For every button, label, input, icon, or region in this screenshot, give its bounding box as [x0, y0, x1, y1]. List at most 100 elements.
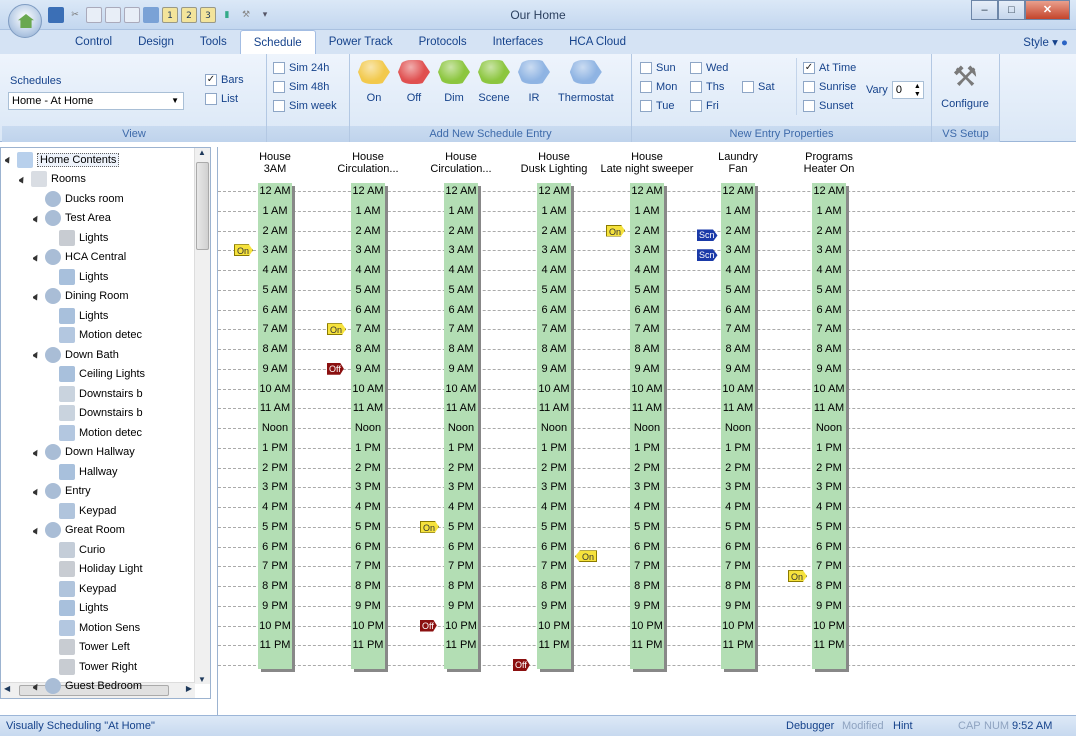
tab-protocols[interactable]: Protocols [406, 30, 480, 54]
tree-node[interactable]: ▲ Great Room [33, 521, 195, 540]
off-event-marker[interactable]: Off [513, 659, 530, 671]
expander-icon[interactable]: ▲ [33, 680, 43, 692]
tree-node[interactable]: ▲ Test Area [33, 209, 195, 228]
tab-power-track[interactable]: Power Track [316, 30, 406, 54]
tree-node[interactable]: Curio [47, 540, 195, 559]
hour-label: 2 PM [351, 460, 385, 475]
tree-vertical-scrollbar[interactable]: ▲ ▼ [194, 148, 210, 684]
ths-label: Ths [706, 80, 725, 93]
tab-control[interactable]: Control [62, 30, 125, 54]
debugger-indicator[interactable]: Debugger [786, 716, 834, 736]
sunset-checkbox[interactable]: Sunset [803, 96, 856, 115]
tree-node[interactable]: ▲ Down Hallway [33, 443, 195, 462]
configure-button[interactable]: ⚒ Configure [936, 60, 994, 110]
schedule-column-header: House 3AM [225, 151, 325, 175]
tree-node[interactable]: Ducks room [33, 189, 195, 208]
on-event-marker[interactable]: On [327, 323, 347, 336]
on-event-marker[interactable]: On [420, 520, 440, 533]
sunrise-checkbox[interactable]: Sunrise [803, 77, 856, 96]
vary-spinner[interactable]: 0 ▲ ▼ [891, 81, 924, 99]
mon-checkbox[interactable]: Mon [640, 77, 690, 96]
tree-node[interactable]: ▲ Rooms [19, 170, 195, 189]
tree-node[interactable]: Tower Right [47, 657, 195, 676]
ths-checkbox[interactable]: Ths [690, 77, 742, 96]
close-button[interactable]: ✕ [1025, 0, 1070, 20]
expander-icon[interactable]: ▲ [33, 251, 43, 263]
tab-schedule[interactable]: Schedule [239, 30, 316, 55]
scroll-up-icon[interactable]: ▲ [198, 148, 206, 157]
expander-icon[interactable]: ▲ [33, 290, 43, 302]
scrollbar-thumb[interactable] [196, 162, 209, 250]
scroll-down-icon[interactable]: ▼ [198, 675, 206, 684]
tree-node[interactable]: Lights [47, 306, 195, 325]
bars-checkbox[interactable]: ✓ Bars [205, 70, 244, 89]
tree-node[interactable]: ▲ Entry [33, 482, 195, 501]
dim-entry-button[interactable]: Dim [438, 60, 470, 104]
sim-week-checkbox[interactable]: Sim week [273, 96, 337, 115]
tree-node[interactable]: Ceiling Lights [47, 365, 195, 384]
hour-label: 10 AM [630, 381, 664, 396]
expander-icon[interactable]: ▲ [33, 212, 43, 224]
on-entry-button[interactable]: On [358, 60, 390, 104]
ir-entry-button[interactable]: IR [518, 60, 550, 104]
tree-node[interactable]: ▲ Home Contents [5, 150, 195, 169]
on-event-marker[interactable]: On [234, 244, 254, 257]
on-event-marker[interactable]: On [788, 570, 808, 583]
hour-label: 5 AM [351, 282, 385, 297]
tree-node[interactable]: Lights [47, 228, 195, 247]
sat-checkbox[interactable]: Sat [742, 77, 790, 96]
expander-icon[interactable]: ▲ [33, 524, 43, 536]
expander-icon[interactable]: ▲ [33, 349, 43, 361]
application-menu-button[interactable] [8, 4, 42, 38]
tree-node[interactable]: Motion detec [47, 326, 195, 345]
thermostat-entry-button[interactable]: Thermostat [558, 60, 614, 104]
help-icon[interactable]: ● [1061, 37, 1068, 49]
tree-node[interactable]: Holiday Light [47, 560, 195, 579]
expander-icon[interactable]: ▲ [33, 446, 43, 458]
wed-checkbox[interactable]: Wed [690, 58, 742, 77]
tree-node[interactable]: Downstairs b [47, 384, 195, 403]
sim-24h-checkbox[interactable]: Sim 24h [273, 58, 337, 77]
tab-tools[interactable]: Tools [187, 30, 240, 54]
tree-node[interactable]: Motion detec [47, 423, 195, 442]
scroll-left-icon[interactable]: ◀ [4, 684, 10, 693]
tree-node[interactable]: Lights [47, 267, 195, 286]
list-checkbox[interactable]: List [205, 89, 244, 108]
tree-node[interactable]: ▲ Guest Bedroom [33, 677, 195, 696]
off-event-marker[interactable]: Off [327, 362, 344, 375]
on-event-marker[interactable]: On [575, 550, 598, 563]
tab-design[interactable]: Design [125, 30, 187, 54]
tree-node[interactable]: Keypad [47, 501, 195, 520]
tree-node[interactable]: Keypad [47, 579, 195, 598]
tree-node[interactable]: Motion Sens [47, 618, 195, 637]
expander-icon[interactable]: ▲ [33, 485, 43, 497]
hour-label: 7 AM [351, 322, 385, 337]
schedule-select[interactable]: Home - At Home ▼ [8, 92, 184, 110]
tree-node[interactable]: ▲ HCA Central [33, 248, 195, 267]
tree-node[interactable]: Downstairs b [47, 404, 195, 423]
tree-node[interactable]: Lights [47, 599, 195, 618]
tree-node[interactable]: Hallway [47, 462, 195, 481]
tree-node[interactable]: ▲ Dining Room [33, 287, 195, 306]
on-event-marker[interactable]: On [606, 224, 626, 237]
off-entry-button[interactable]: Off [398, 60, 430, 104]
tree-node[interactable]: ▲ Down Bath [33, 345, 195, 364]
expander-icon[interactable]: ▲ [5, 154, 15, 166]
tree-node[interactable]: Tower Left [47, 638, 195, 657]
hint-indicator[interactable]: Hint [893, 716, 913, 736]
tue-checkbox[interactable]: Tue [640, 96, 690, 115]
fri-checkbox[interactable]: Fri [690, 96, 742, 115]
hour-label: 6 AM [721, 302, 755, 317]
tab-hca-cloud[interactable]: HCA Cloud [556, 30, 639, 54]
minimize-button[interactable]: – [971, 0, 998, 20]
sun-checkbox[interactable]: Sun [640, 58, 690, 77]
off-event-marker[interactable]: Off [420, 619, 437, 632]
style-menu[interactable]: Style ▾ ● [1023, 35, 1068, 49]
sim-48h-checkbox[interactable]: Sim 48h [273, 77, 337, 96]
tab-interfaces[interactable]: Interfaces [480, 30, 557, 54]
expander-icon[interactable]: ▲ [19, 173, 29, 185]
at-time-checkbox[interactable]: ✓ At Time [803, 58, 856, 77]
spinner-arrows-icon[interactable]: ▲ ▼ [914, 83, 921, 99]
maximize-button[interactable]: □ [998, 0, 1025, 20]
scene-entry-button[interactable]: Scene [478, 60, 510, 104]
